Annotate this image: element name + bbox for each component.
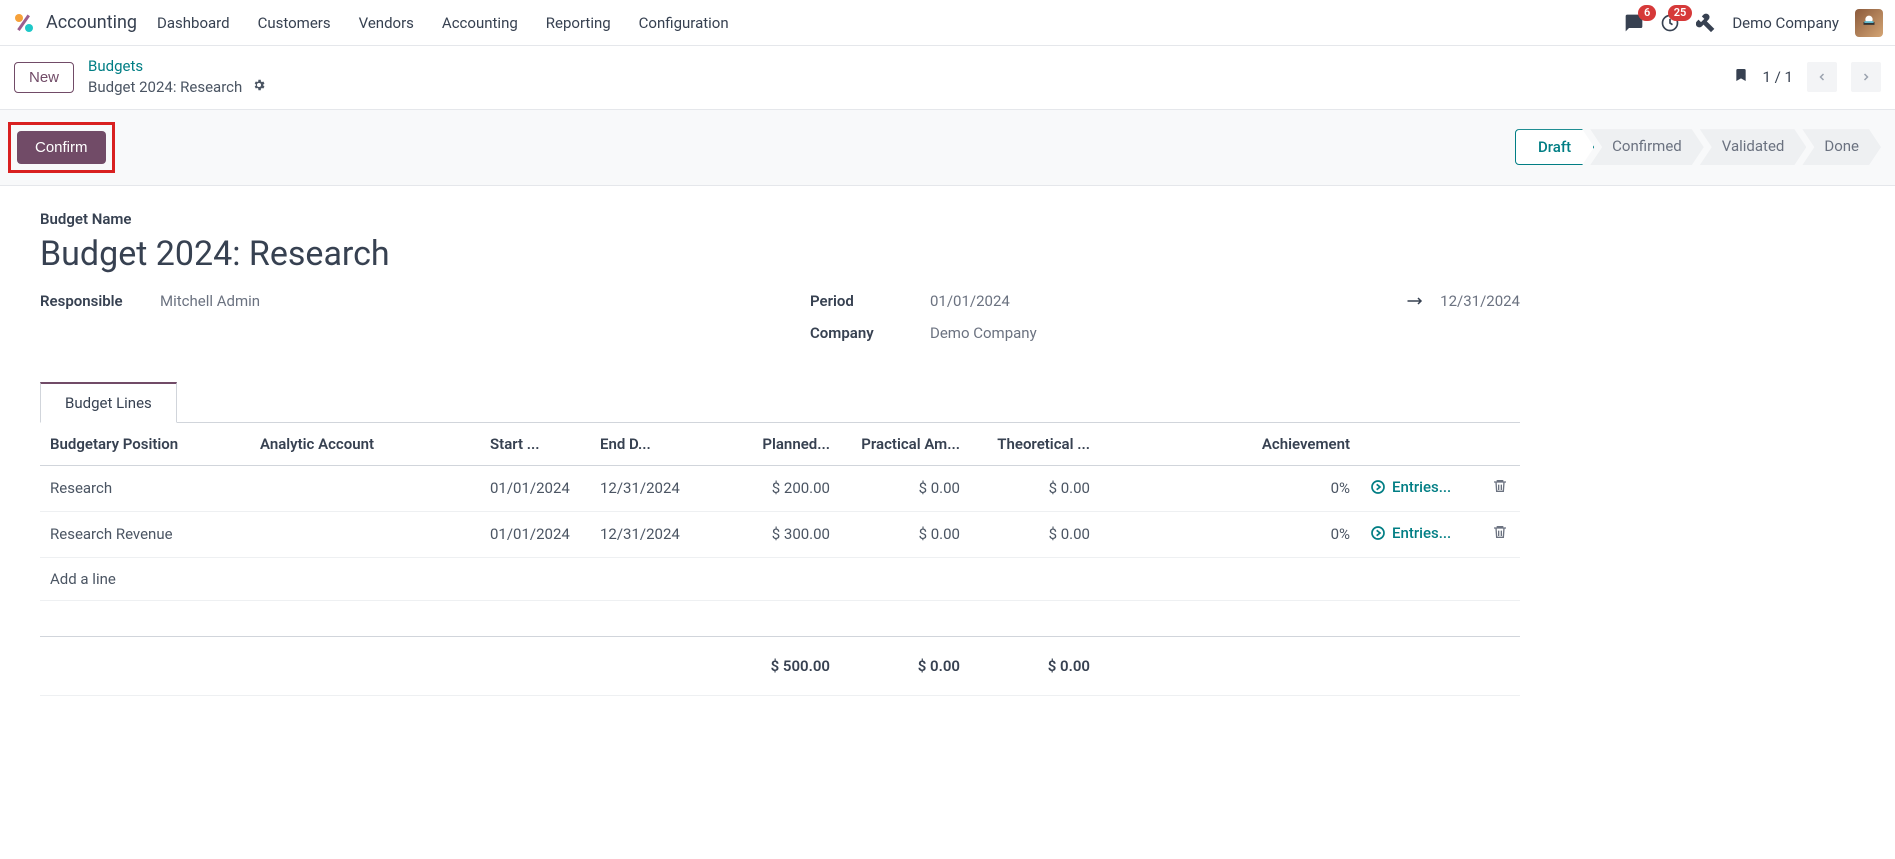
nav-accounting[interactable]: Accounting [442,14,518,32]
col-budgetary-position[interactable]: Budgetary Position [40,423,250,466]
cell-start[interactable]: 01/01/2024 [480,465,590,511]
company-switcher[interactable]: Demo Company [1732,14,1839,32]
tab-strip: Budget Lines [40,382,1520,423]
cell-theoretical[interactable]: $ 0.00 [970,511,1100,557]
table-row[interactable]: Research Revenue 01/01/2024 12/31/2024 $… [40,511,1520,557]
cell-end[interactable]: 12/31/2024 [590,465,720,511]
company-label: Company [810,324,910,342]
gear-icon[interactable] [252,80,266,96]
nav-vendors[interactable]: Vendors [359,14,414,32]
form-col-right: Period 01/01/2024 12/31/2024 Company Dem… [810,292,1520,356]
status-bar: Confirm Draft Confirmed Validated Done [0,109,1895,186]
nav-dashboard[interactable]: Dashboard [157,14,230,32]
cell-end[interactable]: 12/31/2024 [590,511,720,557]
form-col-left: Responsible Mitchell Admin [40,292,750,356]
col-end[interactable]: End D... [590,423,720,466]
budget-name-label: Budget Name [40,210,1520,228]
bookmark-icon[interactable] [1733,66,1749,88]
pager-next[interactable] [1851,62,1881,92]
cell-analytic[interactable] [250,465,480,511]
cell-position[interactable]: Research Revenue [40,511,250,557]
total-practical: $ 0.00 [840,636,970,695]
cell-planned[interactable]: $ 300.00 [720,511,840,557]
total-theoretical: $ 0.00 [970,636,1100,695]
form-body: Budget Name Budget 2024: Research Respon… [0,186,1560,720]
cell-analytic[interactable] [250,511,480,557]
user-avatar[interactable] [1855,9,1883,37]
form-row: Responsible Mitchell Admin Period 01/01/… [40,292,1520,356]
budget-lines-table: Budgetary Position Analytic Account Star… [40,423,1520,696]
total-planned: $ 500.00 [720,636,840,695]
breadcrumb-current: Budget 2024: Research [88,78,242,96]
activities-icon[interactable]: 25 [1660,13,1680,33]
status-step-draft[interactable]: Draft [1515,129,1594,165]
activities-badge: 25 [1668,5,1693,21]
nav-customers[interactable]: Customers [258,14,331,32]
nav-right: 6 25 Demo Company [1624,9,1883,37]
entries-link[interactable]: Entries... [1370,524,1451,542]
status-step-confirmed[interactable]: Confirmed [1590,129,1704,165]
period-label: Period [810,292,910,310]
pager-prev[interactable] [1807,62,1837,92]
status-steps: Draft Confirmed Validated Done [1515,129,1881,165]
breadcrumb: Budgets Budget 2024: Research [88,56,266,99]
col-theoretical[interactable]: Theoretical ... [970,423,1100,466]
pager-text[interactable]: 1 / 1 [1763,68,1794,86]
control-right: 1 / 1 [1733,62,1882,92]
col-practical[interactable]: Practical Am... [840,423,970,466]
app-name[interactable]: Accounting [46,12,137,33]
new-button[interactable]: New [14,62,74,93]
add-line-link[interactable]: Add a line [40,557,1520,600]
nav-links: Dashboard Customers Vendors Accounting R… [157,14,729,32]
cell-position[interactable]: Research [40,465,250,511]
cell-practical[interactable]: $ 0.00 [840,465,970,511]
cell-achievement: 0% [1100,511,1360,557]
delete-row-icon[interactable] [1480,465,1520,511]
responsible-label: Responsible [40,292,140,310]
nav-configuration[interactable]: Configuration [639,14,729,32]
period-start[interactable]: 01/01/2024 [930,292,1010,310]
confirm-button[interactable]: Confirm [17,131,106,164]
col-achievement[interactable]: Achievement [1100,423,1360,466]
confirm-highlight: Confirm [8,122,115,173]
control-row: New Budgets Budget 2024: Research 1 / 1 [0,46,1895,109]
status-step-done[interactable]: Done [1802,129,1881,165]
status-step-validated[interactable]: Validated [1700,129,1807,165]
entries-link[interactable]: Entries... [1370,478,1451,496]
cell-start[interactable]: 01/01/2024 [480,511,590,557]
tools-icon[interactable] [1696,13,1716,33]
messages-badge: 6 [1638,5,1656,21]
cell-achievement: 0% [1100,465,1360,511]
col-analytic-account[interactable]: Analytic Account [250,423,480,466]
cell-planned[interactable]: $ 200.00 [720,465,840,511]
breadcrumb-parent[interactable]: Budgets [88,56,266,77]
messages-icon[interactable]: 6 [1624,13,1644,33]
arrow-right-icon [1406,292,1424,310]
period-end[interactable]: 12/31/2024 [1440,292,1520,310]
col-start[interactable]: Start ... [480,423,590,466]
nav-reporting[interactable]: Reporting [546,14,611,32]
totals-row: $ 500.00 $ 0.00 $ 0.00 [40,636,1520,695]
table-row[interactable]: Research 01/01/2024 12/31/2024 $ 200.00 … [40,465,1520,511]
cell-theoretical[interactable]: $ 0.00 [970,465,1100,511]
delete-row-icon[interactable] [1480,511,1520,557]
app-logo-icon [12,11,36,35]
tab-budget-lines[interactable]: Budget Lines [40,382,177,423]
cell-practical[interactable]: $ 0.00 [840,511,970,557]
company-value[interactable]: Demo Company [930,324,1520,342]
responsible-value[interactable]: Mitchell Admin [160,292,750,310]
budget-name-value[interactable]: Budget 2024: Research [40,234,1520,274]
col-planned[interactable]: Planned... [720,423,840,466]
top-nav: Accounting Dashboard Customers Vendors A… [0,0,1895,46]
